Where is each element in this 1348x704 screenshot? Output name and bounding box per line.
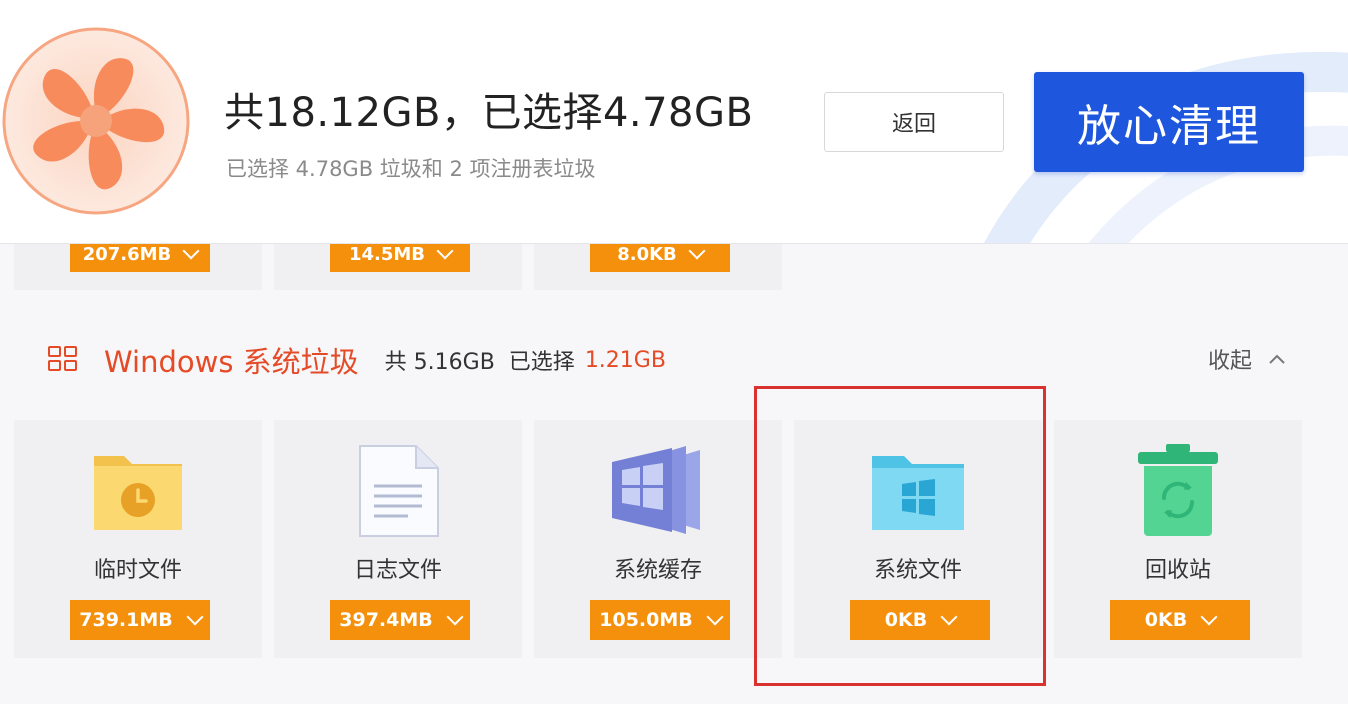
- size-dropdown[interactable]: 105.0MB: [590, 600, 730, 640]
- chevron-down-icon: [1200, 608, 1218, 626]
- chevron-down-icon: [940, 608, 958, 626]
- card-label: 临时文件: [93, 558, 182, 583]
- size-value: 207.6MB: [82, 243, 172, 265]
- size-dropdown[interactable]: 739.1MB: [70, 600, 210, 640]
- card-label: 系统文件: [873, 558, 962, 583]
- size-value: 397.4MB: [339, 609, 433, 631]
- card-system-cache[interactable]: 系统缓存 105.0MB: [534, 420, 782, 658]
- collapse-label: 收起: [1208, 349, 1253, 374]
- recycle-bin-icon: [1138, 444, 1218, 536]
- card-temp-files[interactable]: 临时文件 739.1MB: [14, 420, 262, 658]
- summary-header: 共18.12GB，已选择4.78GB 已选择 4.78GB 垃圾和 2 项注册表…: [0, 0, 1348, 244]
- temp-folder-icon: [94, 456, 182, 530]
- card-label: 系统缓存: [613, 558, 702, 583]
- fan-icon: [2, 27, 190, 215]
- card-log-files[interactable]: 日志文件 397.4MB: [274, 420, 522, 658]
- chevron-down-icon: [436, 242, 454, 260]
- size-value: 14.5MB: [348, 243, 426, 265]
- card-label: 日志文件: [353, 558, 442, 583]
- collapse-toggle[interactable]: 收起: [1208, 343, 1286, 375]
- size-value: 105.0MB: [599, 609, 693, 631]
- card-label: 回收站: [1144, 558, 1211, 583]
- section-total: 共 5.16GB: [384, 350, 495, 375]
- chevron-down-icon: [688, 242, 706, 260]
- section-selected-label: 已选择: [508, 350, 575, 375]
- selection-subtitle: 已选择 4.78GB 垃圾和 2 项注册表垃圾: [226, 157, 596, 181]
- size-dropdown[interactable]: 0KB: [1110, 600, 1250, 640]
- chevron-down-icon: [182, 242, 200, 260]
- chevron-down-icon: [706, 608, 724, 626]
- back-button[interactable]: 返回: [824, 92, 1004, 152]
- clean-button[interactable]: 放心清理: [1034, 72, 1304, 172]
- size-dropdown[interactable]: 397.4MB: [330, 600, 470, 640]
- size-dropdown[interactable]: 0KB: [850, 600, 990, 640]
- section-title: Windows 系统垃圾: [104, 345, 359, 379]
- size-value: 0KB: [1144, 609, 1188, 631]
- section-selected-value: 1.21GB: [584, 347, 666, 373]
- chevron-up-icon: [1269, 354, 1285, 364]
- size-value: 0KB: [884, 609, 928, 631]
- grid-icon: [46, 346, 80, 374]
- log-document-icon: [359, 445, 439, 537]
- card-system-files[interactable]: 系统文件 0KB: [794, 420, 1042, 658]
- chevron-down-icon: [186, 608, 204, 626]
- size-value: 739.1MB: [79, 609, 173, 631]
- section-header: Windows 系统垃圾 共 5.16GB 已选择 1.21GB: [46, 338, 666, 382]
- size-value: 8.0KB: [617, 243, 677, 265]
- chevron-down-icon: [446, 608, 464, 626]
- windows-folder-icon: [872, 456, 964, 530]
- card-recycle-bin[interactable]: 回收站 0KB: [1054, 420, 1302, 658]
- total-size-title: 共18.12GB，已选择4.78GB: [224, 90, 754, 136]
- windows-cache-icon: [612, 446, 700, 534]
